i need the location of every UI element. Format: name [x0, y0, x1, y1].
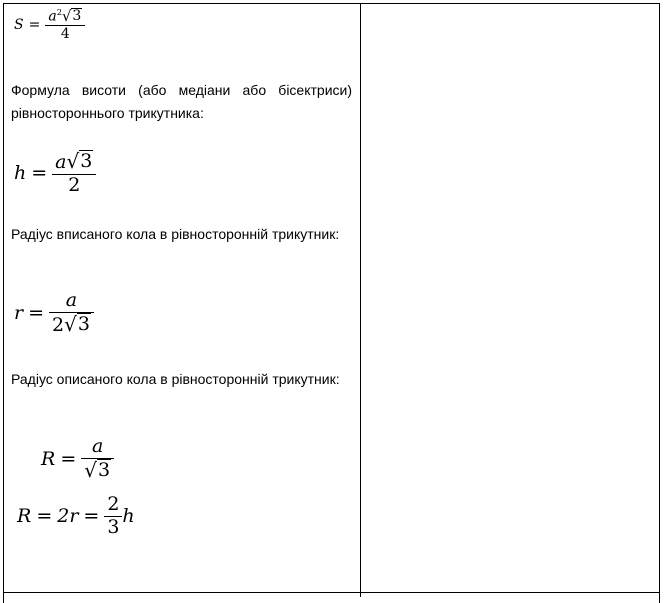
- circumradius-radicand: 3: [96, 458, 112, 481]
- column-divider: [360, 3, 361, 597]
- area-lhs: S: [14, 16, 24, 33]
- circumradius-fraction: a √ 3: [81, 435, 115, 483]
- area-formula: S = a2 √ 3 4: [14, 7, 86, 42]
- inradius-lhs: r: [14, 302, 24, 325]
- circumradius-lhs: R: [41, 448, 56, 471]
- height-numerator: a √ 3: [52, 150, 96, 174]
- circumradius-denominator: √ 3: [81, 457, 114, 483]
- relation-fraction: 2 3: [104, 493, 123, 539]
- sqrt-sign: √ 3: [64, 311, 91, 336]
- row-divider: [3, 592, 660, 593]
- inradius-formula: r = a 2 √ 3: [14, 289, 94, 337]
- circumradius-numerator: a: [91, 435, 104, 457]
- inradius-fraction: a 2 √ 3: [49, 289, 94, 337]
- circumradius-caption: Радіус описаного кола в рівносторонній т…: [11, 371, 340, 387]
- inradius-numerator: a: [65, 289, 78, 311]
- height-formula: h = a √ 3 2: [14, 150, 97, 197]
- relation-lhs: R: [17, 505, 32, 528]
- radical-icon: √: [62, 7, 72, 25]
- sqrt-sign: √ 3: [62, 7, 83, 25]
- equals-sign: =: [60, 448, 77, 471]
- radical-icon: √: [84, 457, 97, 482]
- area-denominator: 4: [60, 25, 70, 42]
- area-numerator: a2 √ 3: [45, 7, 85, 25]
- height-caption: Формула висоти (або медіани або бісектри…: [11, 82, 352, 121]
- equals-sign: =: [31, 162, 48, 185]
- height-fraction: a √ 3 2: [52, 150, 97, 197]
- relation-tail: h: [122, 505, 135, 528]
- relation-numerator: 2: [107, 493, 120, 515]
- equals-sign: =: [28, 16, 41, 33]
- inradius-caption: Радіус вписаного кола в рівносторонній т…: [11, 226, 340, 242]
- equals-sign: =: [83, 505, 100, 528]
- radical-icon: √: [66, 148, 80, 173]
- relation-formula: R = 2r = 2 3 h: [17, 493, 135, 539]
- relation-mid: 2r: [57, 505, 79, 528]
- height-denominator: 2: [68, 173, 81, 196]
- radical-icon: √: [64, 311, 77, 336]
- height-lhs: h: [14, 162, 27, 185]
- area-var: a: [48, 8, 57, 25]
- height-radicand: 3: [79, 150, 94, 172]
- height-var: a: [55, 150, 67, 173]
- inradius-den-coef: 2: [52, 313, 65, 336]
- sqrt-sign: √ 3: [84, 457, 112, 482]
- area-radicand: 3: [71, 8, 83, 24]
- area-fraction: a2 √ 3 4: [45, 7, 86, 42]
- equals-sign: =: [36, 505, 53, 528]
- equals-sign: =: [28, 302, 45, 325]
- inradius-denominator: 2 √ 3: [49, 311, 94, 337]
- sqrt-sign: √ 3: [67, 150, 94, 172]
- relation-denominator: 3: [107, 515, 120, 538]
- circumradius-formula: R = a √ 3: [41, 435, 115, 483]
- inradius-radicand: 3: [76, 312, 91, 335]
